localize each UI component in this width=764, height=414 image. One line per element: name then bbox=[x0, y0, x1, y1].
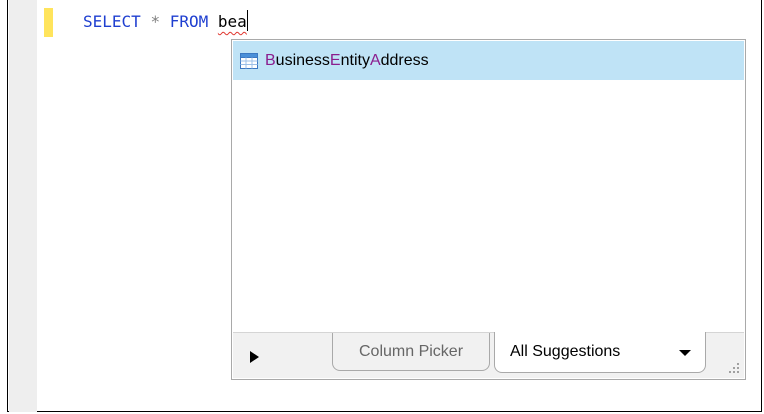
tab-all-suggestions[interactable]: All Suggestions bbox=[494, 332, 706, 373]
line-change-marker bbox=[44, 8, 53, 37]
tab-column-picker[interactable]: Column Picker bbox=[332, 333, 490, 371]
chevron-down-icon bbox=[679, 350, 691, 356]
table-icon bbox=[240, 52, 258, 69]
popup-toolbar: Column Picker All Suggestions bbox=[233, 332, 744, 378]
expand-arrow-icon[interactable] bbox=[250, 351, 259, 363]
resize-grip-icon[interactable] bbox=[726, 360, 740, 374]
text-caret bbox=[246, 10, 248, 31]
suggestion-label: BusinessEntityAddress bbox=[265, 51, 429, 69]
suggestion-item[interactable]: BusinessEntityAddress bbox=[233, 41, 744, 80]
keyword-from: FROM bbox=[169, 12, 209, 31]
keyword-select: SELECT bbox=[83, 12, 141, 31]
editor-gutter bbox=[9, 0, 37, 412]
operator-star: * bbox=[150, 12, 161, 31]
autocomplete-popup: BusinessEntityAddress Column Picker All … bbox=[231, 39, 746, 380]
query-editor-line[interactable]: SELECT * FROM bea bbox=[83, 10, 248, 34]
typed-text: bea bbox=[217, 12, 247, 31]
